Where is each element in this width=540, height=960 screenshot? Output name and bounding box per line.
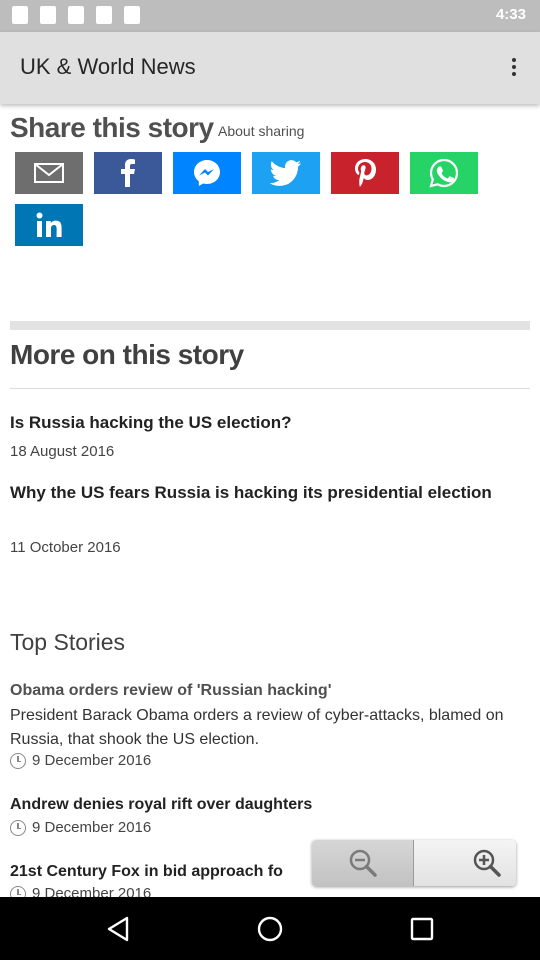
- top-story-title[interactable]: 21st Century Fox in bid approach fo: [10, 863, 283, 881]
- share-email-button[interactable]: [15, 152, 83, 194]
- app-title: UK & World News: [20, 54, 196, 79]
- whatsapp-icon: [429, 158, 459, 188]
- status-time: 4:33: [495, 6, 526, 23]
- top-story-title[interactable]: Obama orders review of 'Russian hacking': [10, 682, 332, 700]
- about-sharing-link[interactable]: About sharing: [218, 123, 304, 139]
- android-notification-icon: [124, 6, 140, 24]
- nav-home-button[interactable]: [254, 913, 286, 945]
- back-icon: [107, 916, 129, 942]
- zoom-in-button[interactable]: [414, 840, 516, 886]
- related-story-date: 18 August 2016: [10, 443, 115, 460]
- nav-recents-button[interactable]: [406, 913, 438, 945]
- home-icon: [257, 916, 283, 942]
- related-story-title[interactable]: Is Russia hacking the US election?: [10, 410, 520, 436]
- status-bar: 4:33: [0, 0, 540, 32]
- section-divider: [10, 321, 530, 330]
- recents-icon: [410, 917, 434, 941]
- share-linkedin-button[interactable]: [15, 204, 83, 246]
- clock-icon: [10, 885, 26, 897]
- gallery-notification-icon: [96, 6, 112, 24]
- zoom-control: [312, 840, 516, 886]
- clock-icon: [10, 819, 26, 836]
- share-heading: Share this story: [10, 112, 214, 143]
- sync-notification-icon: [40, 6, 56, 24]
- top-story-date: 9 December 2016: [32, 819, 152, 836]
- twitter-icon: [270, 160, 301, 186]
- email-icon: [34, 163, 64, 183]
- image-notification-icon: [12, 6, 28, 24]
- notification-icons: [12, 6, 140, 24]
- share-facebook-button[interactable]: [94, 152, 162, 194]
- pinterest-icon: [355, 159, 376, 187]
- top-story-title[interactable]: Andrew denies royal rift over daughters: [10, 796, 312, 814]
- more-on-story-heading: More on this story: [10, 339, 244, 370]
- related-story-date: 11 October 2016: [10, 539, 121, 556]
- lock-notification-icon: [68, 6, 84, 24]
- top-story-date: 9 December 2016: [32, 752, 152, 769]
- overflow-menu-icon[interactable]: [508, 52, 520, 82]
- messenger-icon: [194, 160, 220, 186]
- top-stories-heading: Top Stories: [10, 629, 126, 655]
- zoom-in-icon: [473, 849, 501, 877]
- share-pinterest-button[interactable]: [331, 152, 399, 194]
- heading-divider: [10, 388, 530, 389]
- share-whatsapp-button[interactable]: [410, 152, 478, 194]
- top-story-summary: President Barack Obama orders a review o…: [10, 707, 504, 748]
- top-story-date-row: 9 December 2016: [10, 752, 151, 769]
- clock-icon: [10, 752, 26, 769]
- share-twitter-button[interactable]: [252, 152, 320, 194]
- article-content: Share this story About sharing More on t…: [0, 104, 540, 897]
- share-messenger-button[interactable]: [173, 152, 241, 194]
- zoom-out-button[interactable]: [312, 840, 414, 886]
- related-story-title[interactable]: Why the US fears Russia is hacking its p…: [10, 480, 520, 506]
- top-story-date-row: 9 December 2016: [10, 819, 151, 836]
- zoom-out-icon: [349, 849, 377, 877]
- facebook-icon: [121, 159, 135, 187]
- top-story-date-row: 9 December 2016: [10, 885, 151, 897]
- top-story-date: 9 December 2016: [32, 885, 152, 897]
- app-bar: UK & World News: [0, 32, 540, 104]
- nav-back-button[interactable]: [102, 913, 134, 945]
- linkedin-icon: [36, 212, 62, 237]
- system-nav-bar: [0, 897, 540, 960]
